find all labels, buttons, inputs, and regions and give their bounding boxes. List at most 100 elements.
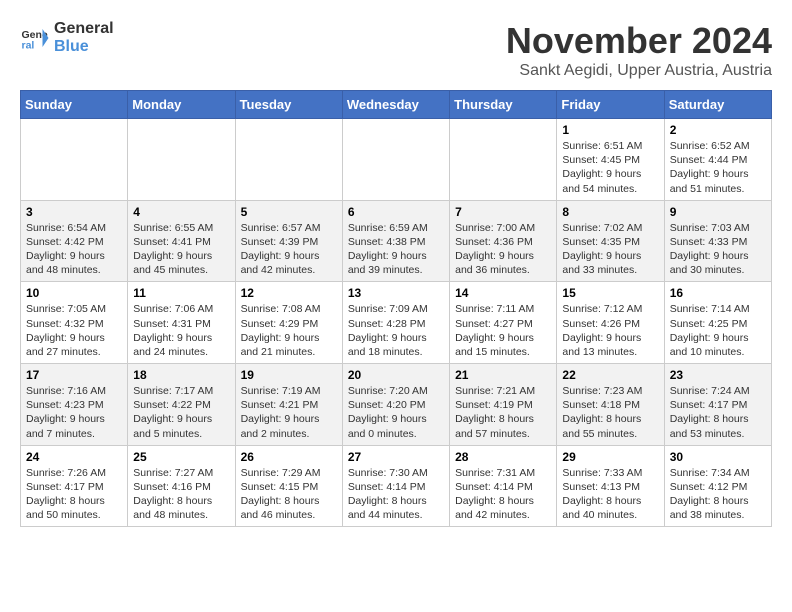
day-number: 29 — [562, 450, 658, 464]
calendar-cell: 5 Sunrise: 6:57 AM Sunset: 4:39 PM Daylig… — [235, 200, 342, 282]
day-number: 26 — [241, 450, 337, 464]
day-number: 19 — [241, 368, 337, 382]
calendar-cell: 26 Sunrise: 7:29 AM Sunset: 4:15 PM Dayli… — [235, 445, 342, 527]
day-number: 15 — [562, 286, 658, 300]
calendar-week-row: 1 Sunrise: 6:51 AM Sunset: 4:45 PM Daylig… — [21, 119, 772, 201]
calendar-cell — [128, 119, 235, 201]
day-info: Sunrise: 7:20 AM Sunset: 4:20 PM Dayligh… — [348, 384, 444, 441]
calendar-week-row: 24 Sunrise: 7:26 AM Sunset: 4:17 PM Dayli… — [21, 445, 772, 527]
calendar-cell: 18Sunrise: 7:17 AM Sunset: 4:22 PM Dayli… — [128, 364, 235, 446]
weekday-header: Saturday — [664, 91, 771, 119]
calendar-cell: 25Sunrise: 7:27 AM Sunset: 4:16 PM Dayli… — [128, 445, 235, 527]
day-number: 10 — [26, 286, 122, 300]
day-info: Sunrise: 7:26 AM Sunset: 4:17 PM Dayligh… — [26, 466, 122, 523]
day-info: Sunrise: 7:14 AM Sunset: 4:25 PM Dayligh… — [670, 302, 766, 359]
day-info: Sunrise: 7:06 AM Sunset: 4:31 PM Dayligh… — [133, 302, 229, 359]
day-number: 18 — [133, 368, 229, 382]
calendar-cell: 16Sunrise: 7:14 AM Sunset: 4:25 PM Dayli… — [664, 282, 771, 364]
day-info: Sunrise: 6:51 AM Sunset: 4:45 PM Dayligh… — [562, 139, 658, 196]
day-info: Sunrise: 6:54 AM Sunset: 4:42 PM Dayligh… — [26, 221, 122, 278]
location-subtitle: Sankt Aegidi, Upper Austria, Austria — [506, 62, 772, 80]
day-number: 4 — [133, 205, 229, 219]
day-info: Sunrise: 7:21 AM Sunset: 4:19 PM Dayligh… — [455, 384, 551, 441]
weekday-header: Friday — [557, 91, 664, 119]
calendar-week-row: 17 Sunrise: 7:16 AM Sunset: 4:23 PM Dayli… — [21, 364, 772, 446]
day-number: 30 — [670, 450, 766, 464]
calendar-cell — [342, 119, 449, 201]
day-info: Sunrise: 6:59 AM Sunset: 4:38 PM Dayligh… — [348, 221, 444, 278]
day-number: 20 — [348, 368, 444, 382]
day-info: Sunrise: 7:05 AM Sunset: 4:32 PM Dayligh… — [26, 302, 122, 359]
logo-text-general: General — [54, 20, 114, 37]
day-info: Sunrise: 7:29 AM Sunset: 4:15 PM Dayligh… — [241, 466, 337, 523]
day-info: Sunrise: 7:34 AM Sunset: 4:12 PM Dayligh… — [670, 466, 766, 523]
day-number: 2 — [670, 123, 766, 137]
logo-icon: Gene ral — [20, 23, 50, 53]
day-info: Sunrise: 7:00 AM Sunset: 4:36 PM Dayligh… — [455, 221, 551, 278]
day-number: 9 — [670, 205, 766, 219]
day-number: 28 — [455, 450, 551, 464]
calendar-cell: 29 Sunrise: 7:33 AM Sunset: 4:13 PM Dayli… — [557, 445, 664, 527]
day-info: Sunrise: 7:03 AM Sunset: 4:33 PM Dayligh… — [670, 221, 766, 278]
day-info: Sunrise: 6:57 AM Sunset: 4:39 PM Dayligh… — [241, 221, 337, 278]
day-info: Sunrise: 7:33 AM Sunset: 4:13 PM Dayligh… — [562, 466, 658, 523]
day-info: Sunrise: 6:55 AM Sunset: 4:41 PM Dayligh… — [133, 221, 229, 278]
calendar-week-row: 10 Sunrise: 7:05 AM Sunset: 4:32 PM Dayli… — [21, 282, 772, 364]
day-number: 5 — [241, 205, 337, 219]
svg-text:ral: ral — [22, 39, 35, 51]
day-info: Sunrise: 7:02 AM Sunset: 4:35 PM Dayligh… — [562, 221, 658, 278]
logo: Gene ral General Blue — [20, 20, 114, 55]
day-number: 1 — [562, 123, 658, 137]
calendar-cell: 9 Sunrise: 7:03 AM Sunset: 4:33 PM Daylig… — [664, 200, 771, 282]
day-info: Sunrise: 7:24 AM Sunset: 4:17 PM Dayligh… — [670, 384, 766, 441]
calendar-cell: 24 Sunrise: 7:26 AM Sunset: 4:17 PM Dayli… — [21, 445, 128, 527]
calendar-cell: 13Sunrise: 7:09 AM Sunset: 4:28 PM Dayli… — [342, 282, 449, 364]
weekday-header: Wednesday — [342, 91, 449, 119]
day-info: Sunrise: 7:11 AM Sunset: 4:27 PM Dayligh… — [455, 302, 551, 359]
calendar-cell: 30 Sunrise: 7:34 AM Sunset: 4:12 PM Dayli… — [664, 445, 771, 527]
day-number: 21 — [455, 368, 551, 382]
calendar-cell: 1 Sunrise: 6:51 AM Sunset: 4:45 PM Daylig… — [557, 119, 664, 201]
day-info: Sunrise: 7:16 AM Sunset: 4:23 PM Dayligh… — [26, 384, 122, 441]
day-number: 17 — [26, 368, 122, 382]
day-info: Sunrise: 7:08 AM Sunset: 4:29 PM Dayligh… — [241, 302, 337, 359]
day-info: Sunrise: 7:23 AM Sunset: 4:18 PM Dayligh… — [562, 384, 658, 441]
calendar-cell: 2 Sunrise: 6:52 AM Sunset: 4:44 PM Daylig… — [664, 119, 771, 201]
day-number: 12 — [241, 286, 337, 300]
calendar-cell: 27Sunrise: 7:30 AM Sunset: 4:14 PM Dayli… — [342, 445, 449, 527]
calendar-week-row: 3 Sunrise: 6:54 AM Sunset: 4:42 PM Daylig… — [21, 200, 772, 282]
calendar-cell: 28 Sunrise: 7:31 AM Sunset: 4:14 PM Dayli… — [450, 445, 557, 527]
day-number: 7 — [455, 205, 551, 219]
day-info: Sunrise: 6:52 AM Sunset: 4:44 PM Dayligh… — [670, 139, 766, 196]
calendar-cell: 21 Sunrise: 7:21 AM Sunset: 4:19 PM Dayli… — [450, 364, 557, 446]
calendar-cell — [235, 119, 342, 201]
calendar-cell: 11 Sunrise: 7:06 AM Sunset: 4:31 PM Dayli… — [128, 282, 235, 364]
calendar-cell: 12 Sunrise: 7:08 AM Sunset: 4:29 PM Dayli… — [235, 282, 342, 364]
day-number: 3 — [26, 205, 122, 219]
day-info: Sunrise: 7:30 AM Sunset: 4:14 PM Dayligh… — [348, 466, 444, 523]
day-number: 14 — [455, 286, 551, 300]
calendar-cell: 10 Sunrise: 7:05 AM Sunset: 4:32 PM Dayli… — [21, 282, 128, 364]
day-number: 23 — [670, 368, 766, 382]
title-block: November 2024 Sankt Aegidi, Upper Austri… — [506, 20, 772, 80]
calendar-table: SundayMondayTuesdayWednesdayThursdayFrid… — [20, 90, 772, 527]
day-number: 22 — [562, 368, 658, 382]
day-number: 8 — [562, 205, 658, 219]
calendar-cell: 17 Sunrise: 7:16 AM Sunset: 4:23 PM Dayli… — [21, 364, 128, 446]
day-number: 11 — [133, 286, 229, 300]
calendar-cell: 3 Sunrise: 6:54 AM Sunset: 4:42 PM Daylig… — [21, 200, 128, 282]
calendar-cell: 14 Sunrise: 7:11 AM Sunset: 4:27 PM Dayli… — [450, 282, 557, 364]
day-info: Sunrise: 7:09 AM Sunset: 4:28 PM Dayligh… — [348, 302, 444, 359]
calendar-header-row: SundayMondayTuesdayWednesdayThursdayFrid… — [21, 91, 772, 119]
calendar-cell: 7 Sunrise: 7:00 AM Sunset: 4:36 PM Daylig… — [450, 200, 557, 282]
weekday-header: Tuesday — [235, 91, 342, 119]
calendar-cell: 4 Sunrise: 6:55 AM Sunset: 4:41 PM Daylig… — [128, 200, 235, 282]
calendar-cell: 19Sunrise: 7:19 AM Sunset: 4:21 PM Dayli… — [235, 364, 342, 446]
day-number: 6 — [348, 205, 444, 219]
logo-text-blue: Blue — [54, 38, 89, 55]
day-info: Sunrise: 7:31 AM Sunset: 4:14 PM Dayligh… — [455, 466, 551, 523]
day-info: Sunrise: 7:12 AM Sunset: 4:26 PM Dayligh… — [562, 302, 658, 359]
calendar-cell: 8 Sunrise: 7:02 AM Sunset: 4:35 PM Daylig… — [557, 200, 664, 282]
day-number: 25 — [133, 450, 229, 464]
day-number: 24 — [26, 450, 122, 464]
